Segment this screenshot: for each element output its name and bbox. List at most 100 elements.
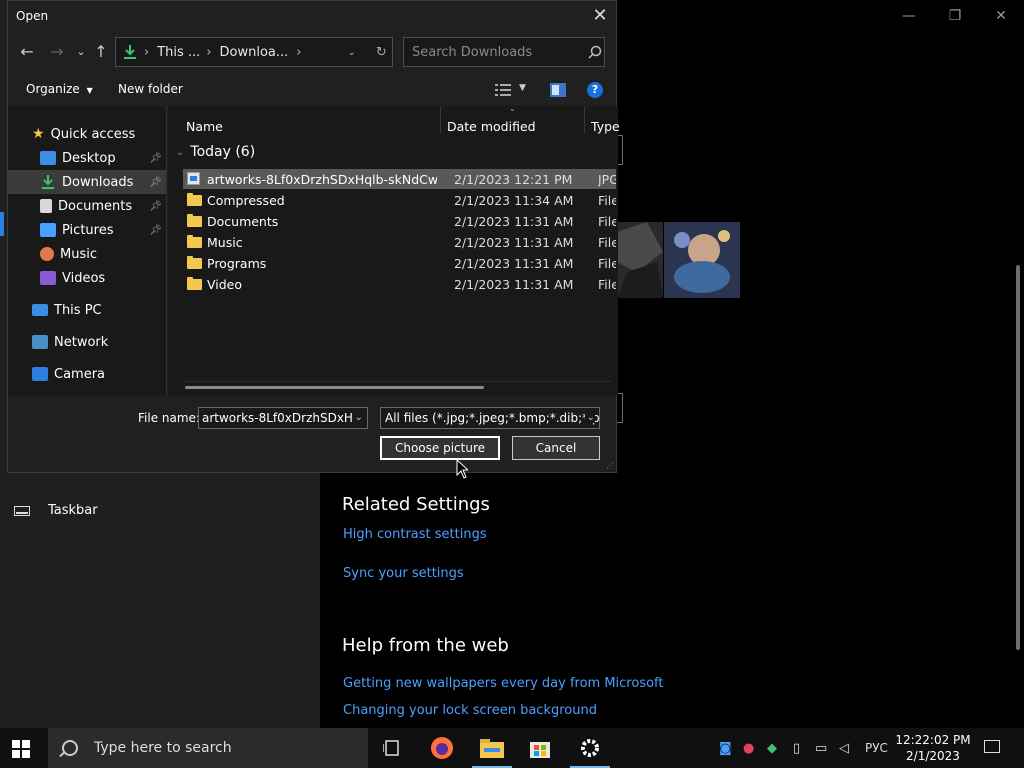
change-view-icon[interactable] [495,83,511,97]
breadcrumb-separator: › [144,44,150,60]
microsoft-store-icon[interactable] [516,728,564,768]
group-header-today[interactable]: ⌄ Today (6) [176,144,255,160]
file-row[interactable]: artworks-8Lf0xDrzhSDxHqlb-skNdCw... 2/1/… [183,169,616,189]
taskbar-clock[interactable]: 12:22:02 PM 2/1/2023 [895,732,971,764]
high-contrast-link[interactable]: High contrast settings [343,527,487,542]
minimize-icon[interactable]: — [886,4,932,28]
column-divider[interactable] [584,106,585,134]
task-view-icon[interactable] [368,728,416,768]
column-header-name[interactable]: Name [186,119,223,134]
settings-nav-taskbar-label: Taskbar [48,503,98,518]
file-row[interactable]: Music 2/1/2023 11:31 AM File f [183,232,616,252]
firefox-icon[interactable] [418,728,466,768]
file-name: Music [207,234,243,250]
notifications-icon[interactable] [984,740,1000,753]
search-icon [62,740,78,756]
nav-pictures[interactable]: Pictures 📌︎ [40,218,166,242]
refresh-icon[interactable]: ↻ [376,45,387,60]
file-type: File f [598,192,616,208]
pin-icon: 📌︎ [149,224,162,236]
nav-downloads[interactable]: Downloads 📌︎ [8,170,166,194]
wallpaper-thumbnail-1[interactable] [617,222,663,298]
sort-indicator-icon: ⌄ [509,104,516,113]
file-type-select[interactable]: All files (*.jpg;*.jpeg;*.bmp;*.dib;*.pn… [380,407,600,429]
view-options-chevron-icon[interactable]: ▼ [519,83,526,93]
downloads-location-icon [124,45,136,59]
file-date: 2/1/2023 11:31 AM [454,276,574,292]
search-input[interactable] [404,43,574,61]
nav-label: Pictures [62,222,114,238]
file-row[interactable]: Compressed 2/1/2023 11:34 AM File f [183,190,616,210]
search-icon[interactable] [588,45,602,59]
nav-this-pc[interactable]: This PC [32,298,102,322]
file-name-combobox[interactable]: ⌄ [198,407,368,429]
recording-tray-icon[interactable]: ● [743,741,754,756]
organize-button[interactable]: Organize ▼ [26,82,93,96]
breadcrumb-downloads[interactable]: Downloa... [220,45,289,60]
up-arrow-icon[interactable]: ↑ [90,41,112,63]
search-box[interactable] [403,37,605,67]
choose-picture-button[interactable]: Choose picture [380,436,500,460]
file-name: Documents [207,213,279,229]
usb-tray-icon[interactable]: ▯ [793,741,800,756]
nav-label: Music [60,246,97,262]
computer-icon [32,304,48,316]
nav-network[interactable]: Network [32,330,108,354]
breadcrumb-this-pc[interactable]: This ... [157,45,200,60]
network-tray-icon[interactable]: ▭ [815,741,827,756]
wallpapers-link[interactable]: Getting new wallpapers every day from Mi… [343,676,664,691]
file-date: 2/1/2023 12:21 PM [454,171,573,187]
chevron-down-icon[interactable]: ⌄ [584,412,595,423]
sync-settings-link[interactable]: Sync your settings [343,566,464,581]
wallpaper-thumbnail-2[interactable] [664,222,740,298]
volume-muted-icon[interactable]: ◁ [839,741,849,756]
resize-grip-icon[interactable]: ⋰ [606,461,614,470]
collapse-chevron-icon[interactable]: ⌄ [176,147,184,158]
file-row[interactable]: Video 2/1/2023 11:31 AM File f [183,274,616,294]
chevron-down-icon[interactable]: ⌄ [352,412,363,423]
address-bar[interactable]: › This ... › Downloa... › ⌄ ↻ [115,37,393,67]
horizontal-scrollbar[interactable] [185,386,484,389]
file-type-value: All files (*.jpg;*.jpeg;*.bmp;*.dib;*.pn… [385,411,600,425]
nav-videos[interactable]: Videos [40,266,105,290]
language-indicator[interactable]: РУС [865,741,888,755]
column-header-date[interactable]: Date modified [447,119,536,134]
back-arrow-icon[interactable]: ← [16,41,38,63]
cancel-button[interactable]: Cancel [512,436,600,460]
documents-icon [40,199,52,213]
nav-desktop[interactable]: Desktop 📌︎ [40,146,166,170]
nav-camera[interactable]: Camera [32,362,105,386]
nav-documents[interactable]: Documents 📌︎ [40,194,166,218]
windows-start-icon[interactable] [12,740,30,758]
lockscreen-link[interactable]: Changing your lock screen background [343,703,597,718]
address-dropdown-icon[interactable]: ⌄ [347,47,355,58]
settings-scrollbar[interactable] [1016,265,1020,650]
column-header-type[interactable]: Type [591,119,620,134]
new-folder-button[interactable]: New folder [118,82,183,96]
taskbar-search-input[interactable] [92,739,356,757]
sync-tray-icon[interactable]: ◆ [767,741,777,756]
nav-label: Documents [58,198,133,214]
settings-gear-icon[interactable] [566,728,614,768]
column-divider[interactable] [440,106,441,134]
help-icon[interactable]: ? [587,82,603,98]
image-file-icon [187,172,200,185]
file-row[interactable]: Programs 2/1/2023 11:31 AM File f [183,253,616,273]
restore-icon[interactable]: ❐ [932,4,978,28]
recent-locations-chevron-icon[interactable]: ⌄ [70,41,92,63]
file-row[interactable]: Documents 2/1/2023 11:31 AM File f [183,211,616,231]
preview-pane-icon[interactable] [550,83,566,97]
forward-arrow-icon[interactable]: → [46,41,68,63]
file-explorer-icon[interactable] [468,728,516,768]
nav-quick-access[interactable]: ★ Quick access [32,122,135,146]
close-window-icon[interactable]: ✕ [978,4,1024,28]
camera-tray-icon[interactable]: ◙ [719,741,732,756]
taskbar-search-box[interactable] [48,728,368,768]
file-name-input[interactable] [199,410,354,426]
dialog-close-icon[interactable]: ✕ [584,1,616,31]
settings-nav-taskbar[interactable]: Taskbar [14,503,98,518]
pin-icon: 📌︎ [149,176,162,188]
nav-music[interactable]: Music [40,242,97,266]
file-date: 2/1/2023 11:34 AM [454,192,574,208]
camera-icon [32,367,48,381]
